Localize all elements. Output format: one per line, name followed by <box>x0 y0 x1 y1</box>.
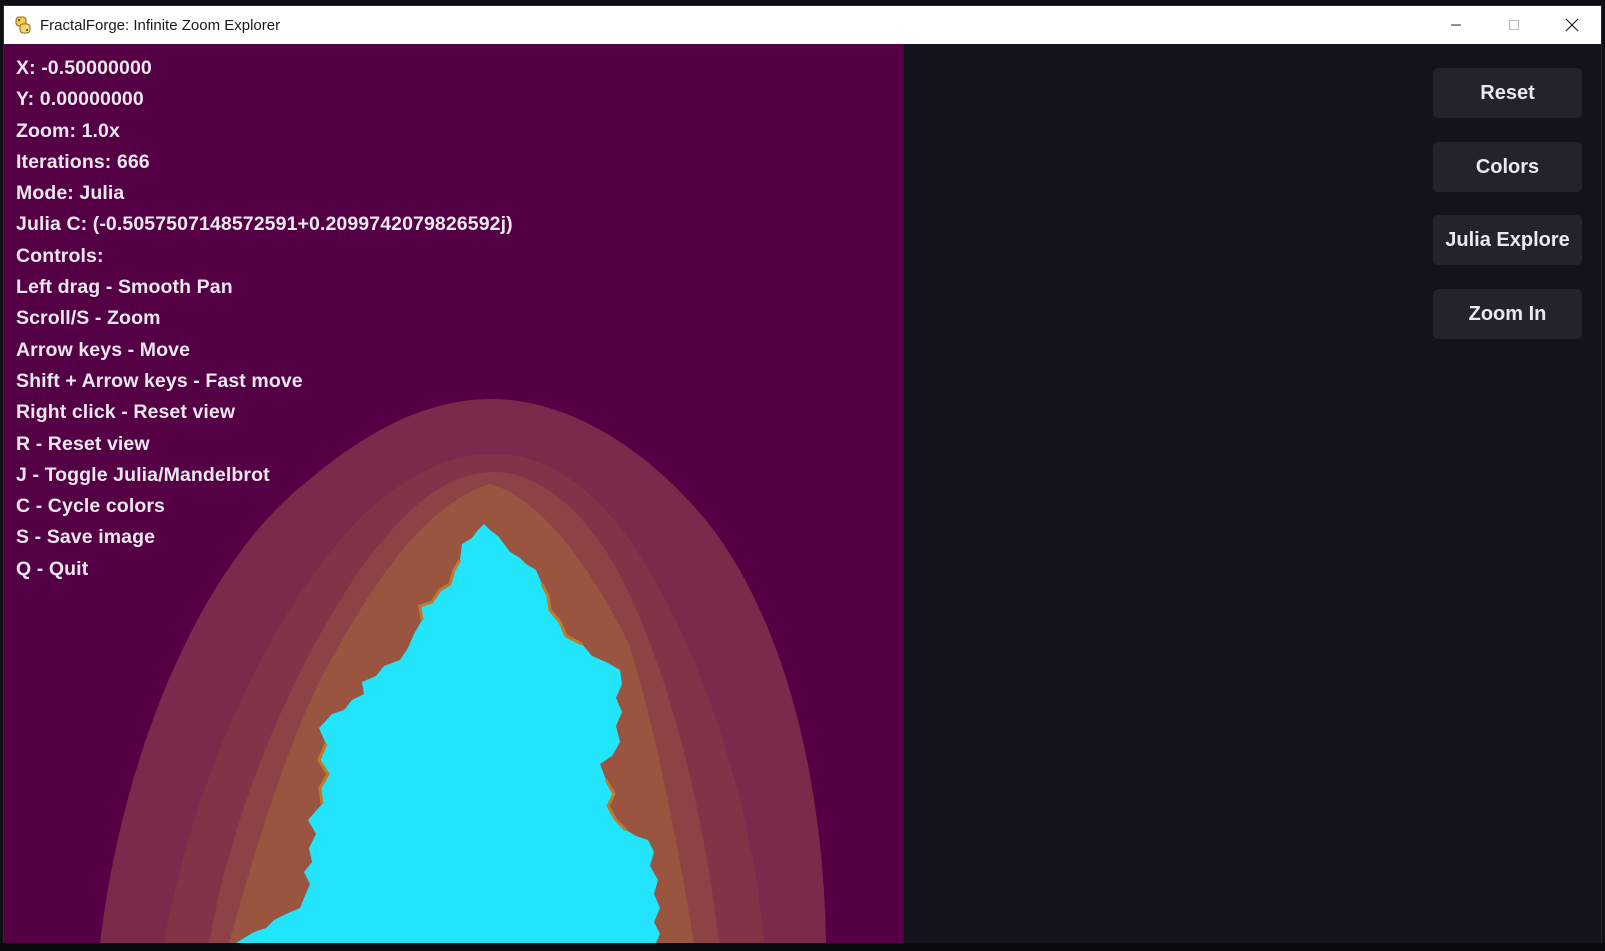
control-hint: Arrow keys - Move <box>16 338 191 361</box>
app-window: FractalForge: Infinite Zoom Explorer X: … <box>4 6 1601 943</box>
controls-header: Controls: <box>16 244 104 267</box>
colors-button[interactable]: Colors <box>1433 142 1582 192</box>
side-panel: Reset Colors Julia Explore Zoom In <box>904 44 1601 943</box>
zoom-in-button[interactable]: Zoom In <box>1433 289 1582 339</box>
control-hint: J - Toggle Julia/Mandelbrot <box>16 463 270 486</box>
title-bar[interactable]: FractalForge: Infinite Zoom Explorer <box>4 6 1601 44</box>
zoom-level: Zoom: 1.0x <box>16 119 120 142</box>
minimize-button[interactable] <box>1427 6 1485 44</box>
control-hint: Right click - Reset view <box>16 401 236 424</box>
control-hint: Q - Quit <box>16 557 89 580</box>
control-hint: R - Reset view <box>16 432 150 455</box>
maximize-button[interactable] <box>1485 6 1543 44</box>
info-overlay: X: -0.50000000 Y: 0.00000000 Zoom: 1.0x … <box>16 53 513 585</box>
python-snake-icon <box>14 16 32 34</box>
coord-y: Y: 0.00000000 <box>16 88 144 111</box>
julia-constant: Julia C: (-0.5057507148572591+0.20997420… <box>16 213 513 236</box>
control-hint: C - Cycle colors <box>16 495 165 518</box>
control-hint: Scroll/S - Zoom <box>16 307 161 330</box>
iterations-count: Iterations: 666 <box>16 150 150 173</box>
taskbar-edge <box>0 943 1605 951</box>
control-hint: Shift + Arrow keys - Fast move <box>16 369 303 392</box>
julia-explore-button[interactable]: Julia Explore <box>1433 215 1582 265</box>
control-hint: S - Save image <box>16 526 156 549</box>
fractal-mode: Mode: Julia <box>16 182 125 205</box>
reset-button[interactable]: Reset <box>1433 68 1582 118</box>
window-controls <box>1427 6 1601 44</box>
fractal-canvas[interactable]: X: -0.50000000 Y: 0.00000000 Zoom: 1.0x … <box>4 44 904 943</box>
close-icon <box>1565 18 1579 32</box>
close-button[interactable] <box>1543 6 1601 44</box>
window-title: FractalForge: Infinite Zoom Explorer <box>40 16 281 34</box>
coord-x: X: -0.50000000 <box>16 57 152 79</box>
minimize-icon <box>1451 24 1461 26</box>
maximize-icon <box>1509 20 1519 30</box>
control-hint: Left drag - Smooth Pan <box>16 276 233 299</box>
